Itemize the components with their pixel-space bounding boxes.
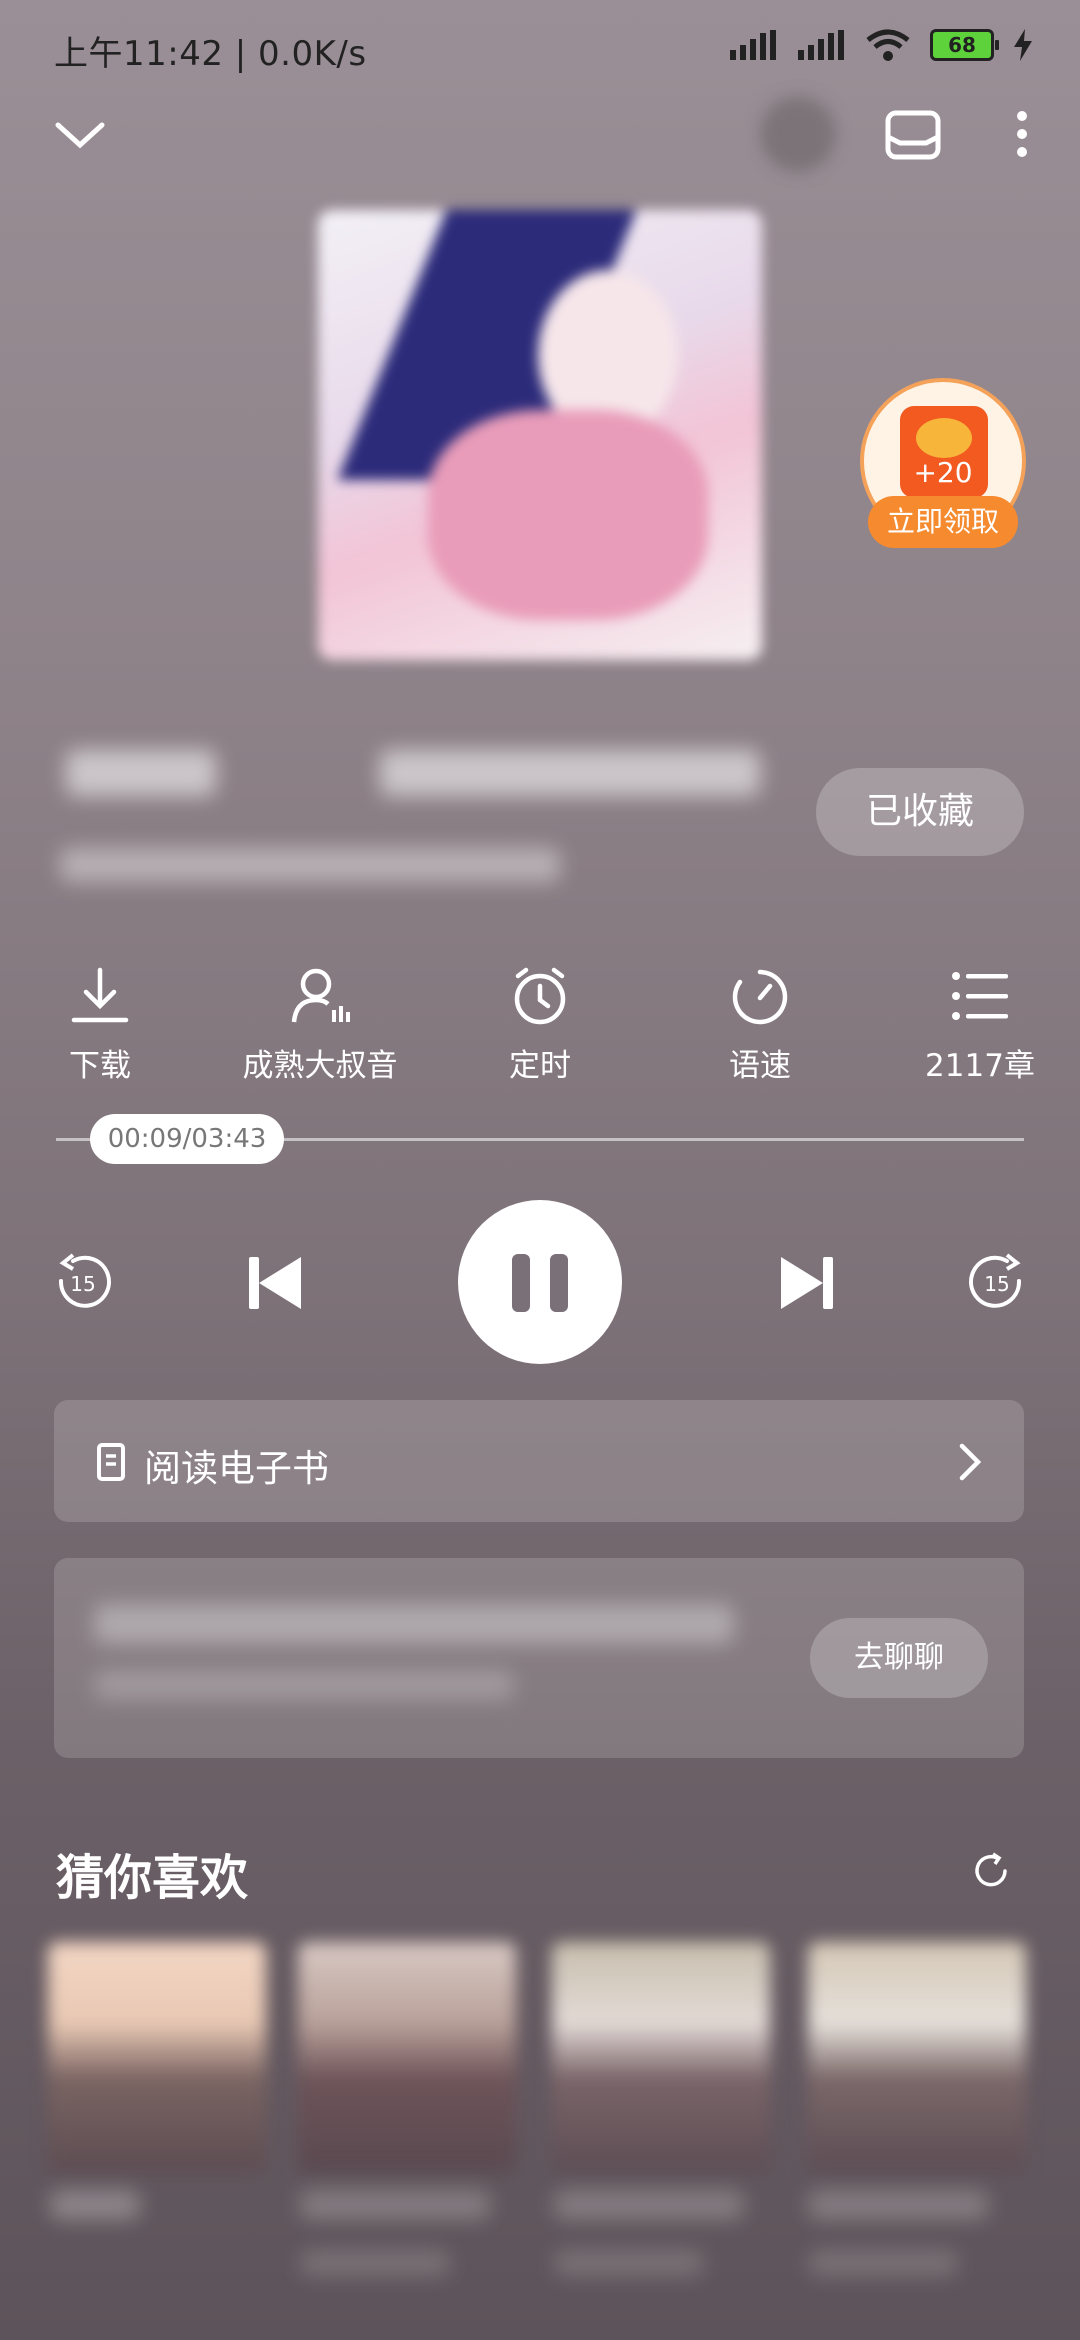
blurred-title <box>380 750 760 796</box>
previous-icon <box>249 1257 301 1309</box>
download-label: 下载 <box>69 1048 131 1084</box>
album-cover <box>318 210 762 660</box>
blurred-title <box>66 750 216 796</box>
download-icon <box>71 967 129 1023</box>
refresh-icon[interactable] <box>966 1846 1016 1896</box>
speed-icon <box>732 969 788 1025</box>
pause-icon <box>512 1254 530 1312</box>
reward-amount: +20 <box>913 456 973 489</box>
blurred-card-title <box>50 2190 140 2220</box>
pause-icon <box>550 1254 568 1312</box>
blurred-card-subtitle <box>808 2250 958 2276</box>
recommend-card[interactable] <box>48 1942 266 2172</box>
chapter-list-icon <box>952 972 1008 1020</box>
svg-text:15: 15 <box>984 1272 1009 1296</box>
status-icons: 68 <box>730 28 1032 62</box>
speed-button[interactable]: 语速 <box>670 966 850 1085</box>
speed-label: 语速 <box>729 1048 791 1084</box>
recommend-card[interactable] <box>808 1942 1026 2172</box>
wifi-icon <box>866 29 910 61</box>
ebook-icon <box>97 1443 125 1481</box>
rewind-15-icon: 15 <box>58 1253 111 1308</box>
collapse-chevron-icon[interactable] <box>50 110 110 160</box>
favorite-button[interactable]: 已收藏 <box>816 768 1024 856</box>
reward-badge[interactable]: +20 立即领取 <box>860 378 1026 552</box>
chevron-right-icon <box>959 1443 982 1481</box>
blurred-card-subtitle <box>554 2250 704 2276</box>
recommend-card[interactable] <box>552 1942 770 2172</box>
timer-icon <box>514 967 566 1025</box>
more-vertical-icon[interactable] <box>1004 104 1040 164</box>
voice-button[interactable]: 成熟大叔音 <box>230 966 410 1085</box>
status-time: 上午11:42 | 0.0K/s <box>54 34 367 74</box>
chat-button[interactable]: 去聊聊 <box>810 1618 988 1698</box>
next-icon <box>781 1257 833 1309</box>
blurred-subtitle <box>60 848 560 882</box>
ebook-label: 阅读电子书 <box>144 1447 329 1490</box>
signal-icon <box>798 30 844 60</box>
svg-text:15: 15 <box>70 1272 95 1296</box>
recommend-card[interactable] <box>298 1942 516 2172</box>
blurred-chat-text <box>94 1670 514 1700</box>
chapter-count-label: 2117章 <box>925 1048 1035 1084</box>
chapter-list-button[interactable]: 2117章 <box>890 966 1070 1085</box>
next-button[interactable] <box>772 1248 842 1318</box>
charging-icon <box>1014 29 1032 61</box>
signal-icon <box>730 30 776 60</box>
previous-button[interactable] <box>240 1248 310 1318</box>
read-ebook-row[interactable]: 阅读电子书 <box>54 1400 1024 1522</box>
rewind-15-button[interactable]: 15 <box>50 1250 116 1316</box>
blurred-avatar <box>760 96 836 172</box>
section-title: 猜你喜欢 <box>56 1850 249 1906</box>
blurred-card-title <box>554 2190 744 2220</box>
blurred-card-subtitle <box>300 2250 450 2276</box>
blurred-card-title <box>300 2190 490 2220</box>
voice-label: 成熟大叔音 <box>242 1048 398 1084</box>
battery-indicator: 68 <box>930 29 999 61</box>
forward-15-icon: 15 <box>969 1253 1022 1308</box>
pause-button[interactable] <box>458 1200 622 1364</box>
download-button[interactable]: 下载 <box>10 966 190 1085</box>
voice-icon <box>291 968 350 1023</box>
blurred-card-title <box>808 2190 988 2220</box>
blurred-chat-text <box>94 1604 734 1644</box>
car-mode-icon[interactable] <box>878 106 948 166</box>
forward-15-button[interactable]: 15 <box>964 1250 1030 1316</box>
timer-label: 定时 <box>509 1048 571 1084</box>
timer-button[interactable]: 定时 <box>450 966 630 1085</box>
reward-claim-button[interactable]: 立即领取 <box>868 496 1018 548</box>
progress-time-thumb[interactable]: 00:09/03:43 <box>90 1114 284 1164</box>
